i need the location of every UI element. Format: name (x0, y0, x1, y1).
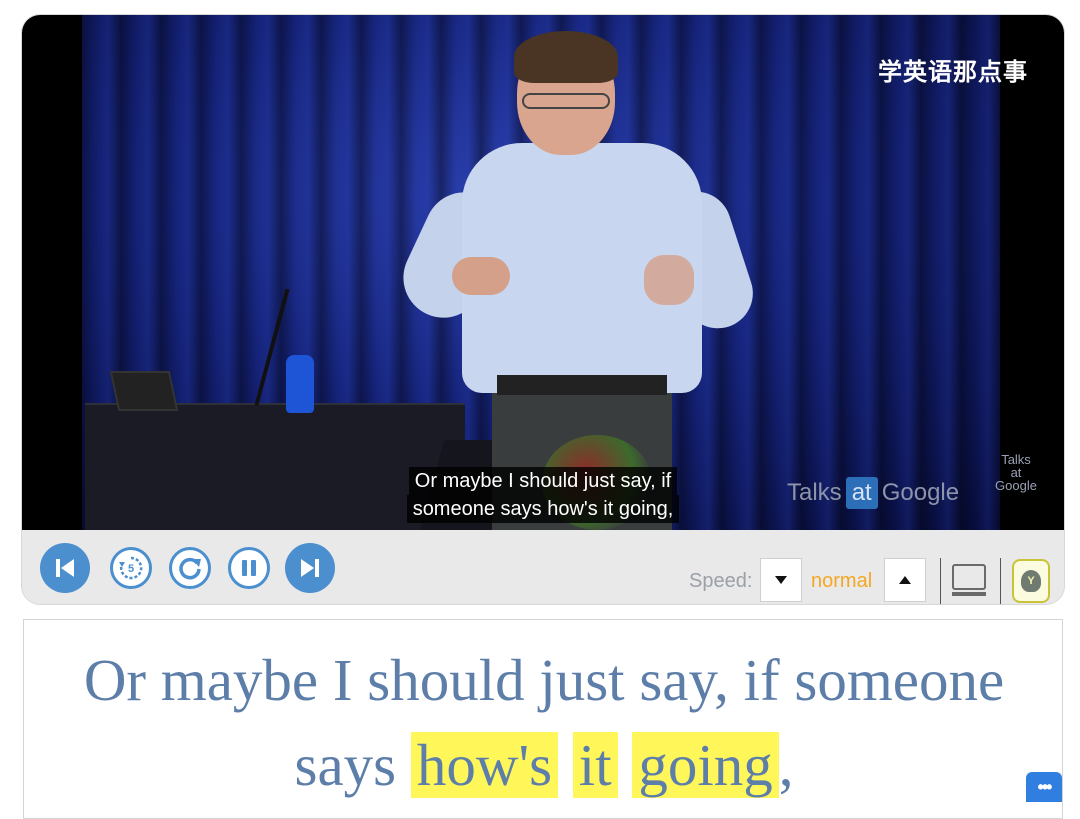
rewind-5-icon: 5 (119, 556, 143, 580)
top-sliver (0, 0, 1080, 14)
divider (940, 558, 941, 604)
transcript-panel: Or maybe I should just say, if someone s… (23, 619, 1063, 819)
speed-up-button[interactable] (884, 558, 926, 602)
pause-button[interactable] (228, 547, 270, 589)
transcript-word[interactable]: says (294, 732, 396, 798)
skip-next-button[interactable] (285, 543, 335, 593)
caret-down-icon (775, 576, 787, 584)
replay-button[interactable] (169, 547, 211, 589)
rewind-5-button[interactable]: 5 (110, 547, 152, 589)
speed-down-button[interactable] (760, 558, 802, 602)
subtitle-line: someone says how's it going, (406, 495, 680, 523)
highlighted-word[interactable]: it (572, 732, 618, 798)
speed-label: Speed: (689, 570, 753, 592)
video-frame[interactable]: 学英语那点事 Talks at Google Talks at Google O… (22, 15, 1064, 530)
podium-monitor (109, 371, 179, 411)
divider (1000, 558, 1001, 604)
speaker-glasses (522, 93, 610, 109)
speed-value: normal (811, 570, 873, 592)
speaker-hair (514, 31, 618, 83)
channel-watermark: 学英语那点事 (878, 57, 1028, 86)
replay-icon (179, 557, 201, 580)
subtitle-line: Or maybe I should just say, if (408, 467, 678, 495)
transcript-punctuation: , (778, 732, 794, 798)
skip-previous-icon (56, 559, 74, 577)
video-subtitle: Or maybe I should just say, if someone s… (22, 467, 1064, 523)
svg-text:5: 5 (128, 563, 134, 575)
highlighted-word[interactable]: how's (410, 732, 559, 798)
skip-previous-button[interactable] (40, 543, 90, 593)
player-controls: 5 Speed: normal Y (22, 530, 1064, 604)
skip-next-icon (301, 559, 319, 577)
hint-button[interactable]: Y (1012, 559, 1050, 603)
highlighted-word[interactable]: going (632, 732, 779, 798)
transcript-line: Or maybe I should just say, if someone (83, 647, 1005, 713)
more-options-button[interactable]: ••• (1026, 772, 1062, 802)
video-player: 学英语那点事 Talks at Google Talks at Google O… (22, 15, 1064, 604)
speaker-belt (497, 375, 667, 395)
caret-up-icon (899, 576, 911, 584)
pause-icon (242, 560, 256, 576)
water-bottle (286, 355, 314, 413)
speaker-hand-left (452, 257, 510, 295)
lightbulb-icon: Y (1021, 570, 1041, 592)
speaker-hand-right (644, 255, 694, 305)
transcript-text: Or maybe I should just say, if someone s… (24, 638, 1064, 808)
screen-mode-button[interactable] (952, 564, 986, 596)
transcript-line: says how's it going, (24, 723, 1064, 808)
